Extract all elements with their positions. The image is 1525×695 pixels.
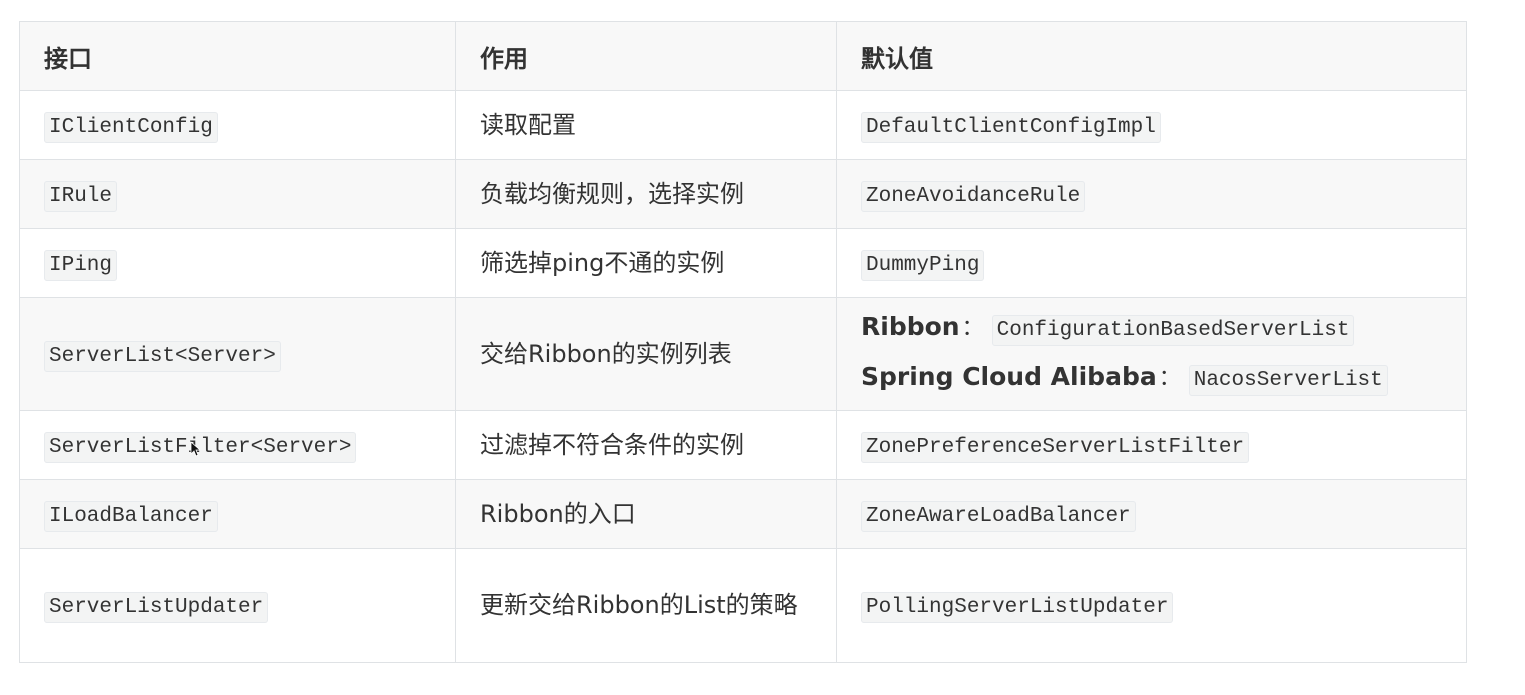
interface-cell: ILoadBalancer [19, 479, 456, 549]
default-code: NacosServerList [1188, 365, 1388, 396]
interface-table: 接口 作用 默认值 IClientConfig 读取配置 DefaultClie… [19, 21, 1467, 663]
default-code: ZoneAwareLoadBalancer [861, 500, 1136, 532]
interface-cell: IClientConfig [19, 90, 456, 160]
purpose-cell: 过滤掉不符合条件的实例 [455, 410, 837, 480]
purpose-cell: 筛选掉ping不通的实例 [455, 228, 837, 298]
interface-cell: ServerList<Server> [19, 297, 456, 411]
interface-cell: ServerListFilter<Server> [19, 410, 456, 480]
default-label: Ribbon [861, 312, 960, 341]
interface-code: IPing [44, 249, 118, 281]
header-purpose: 作用 [455, 21, 837, 91]
default-cell: PollingServerListUpdater [836, 548, 1467, 663]
table-header-row: 接口 作用 默认值 [19, 21, 1467, 91]
purpose-cell: Ribbon的入口 [455, 479, 837, 549]
default-cell: Ribbon： ConfigurationBasedServerList Spri… [836, 297, 1467, 411]
interface-cell: ServerListUpdater [19, 548, 456, 663]
table-row: ServerList<Server> 交给Ribbon的实例列表 Ribbon：… [19, 297, 1467, 411]
default-cell: ZoneAwareLoadBalancer [836, 479, 1467, 549]
default-code: PollingServerListUpdater [861, 592, 1174, 624]
default-line-ribbon: Ribbon： ConfigurationBasedServerList [861, 304, 1442, 354]
interface-code: ILoadBalancer [44, 500, 218, 532]
interface-table-container: 接口 作用 默认值 IClientConfig 读取配置 DefaultClie… [19, 21, 1467, 663]
interface-code: IClientConfig [44, 111, 218, 143]
default-code: ConfigurationBasedServerList [991, 315, 1355, 346]
default-code: DummyPing [861, 249, 985, 281]
label-separator: ： [961, 316, 984, 341]
default-cell: ZonePreferenceServerListFilter [836, 410, 1467, 480]
interface-cell: IRule [19, 159, 456, 229]
default-code: ZoneAvoidanceRule [861, 180, 1086, 212]
default-cell: ZoneAvoidanceRule [836, 159, 1467, 229]
default-cell: DummyPing [836, 228, 1467, 298]
default-label: Spring Cloud Alibaba [861, 362, 1157, 391]
default-line-alibaba: Spring Cloud Alibaba： NacosServerList [861, 354, 1442, 404]
mouse-cursor-icon [190, 441, 200, 457]
label-separator: ： [1158, 366, 1181, 391]
table-row: IRule 负载均衡规则，选择实例 ZoneAvoidanceRule [19, 159, 1467, 229]
purpose-cell: 读取配置 [455, 90, 837, 160]
table-row: ServerListFilter<Server> 过滤掉不符合条件的实例 Zon… [19, 410, 1467, 480]
table-row: IClientConfig 读取配置 DefaultClientConfigIm… [19, 90, 1467, 160]
table-row: ServerListUpdater 更新交给Ribbon的List的策略 Pol… [19, 548, 1467, 663]
header-interface: 接口 [19, 21, 456, 91]
default-cell: DefaultClientConfigImpl [836, 90, 1467, 160]
interface-code: ServerListUpdater [44, 592, 269, 624]
purpose-cell: 交给Ribbon的实例列表 [455, 297, 837, 411]
interface-code: IRule [44, 180, 118, 212]
table-row: IPing 筛选掉ping不通的实例 DummyPing [19, 228, 1467, 298]
interface-code: ServerListFilter<Server> [44, 431, 357, 463]
interface-cell: IPing [19, 228, 456, 298]
table-row: ILoadBalancer Ribbon的入口 ZoneAwareLoadBal… [19, 479, 1467, 549]
purpose-cell: 负载均衡规则，选择实例 [455, 159, 837, 229]
interface-code: ServerList<Server> [44, 340, 281, 372]
default-code: DefaultClientConfigImpl [861, 111, 1161, 143]
header-default: 默认值 [836, 21, 1467, 91]
purpose-cell: 更新交给Ribbon的List的策略 [455, 548, 837, 663]
default-code: ZonePreferenceServerListFilter [861, 431, 1250, 463]
